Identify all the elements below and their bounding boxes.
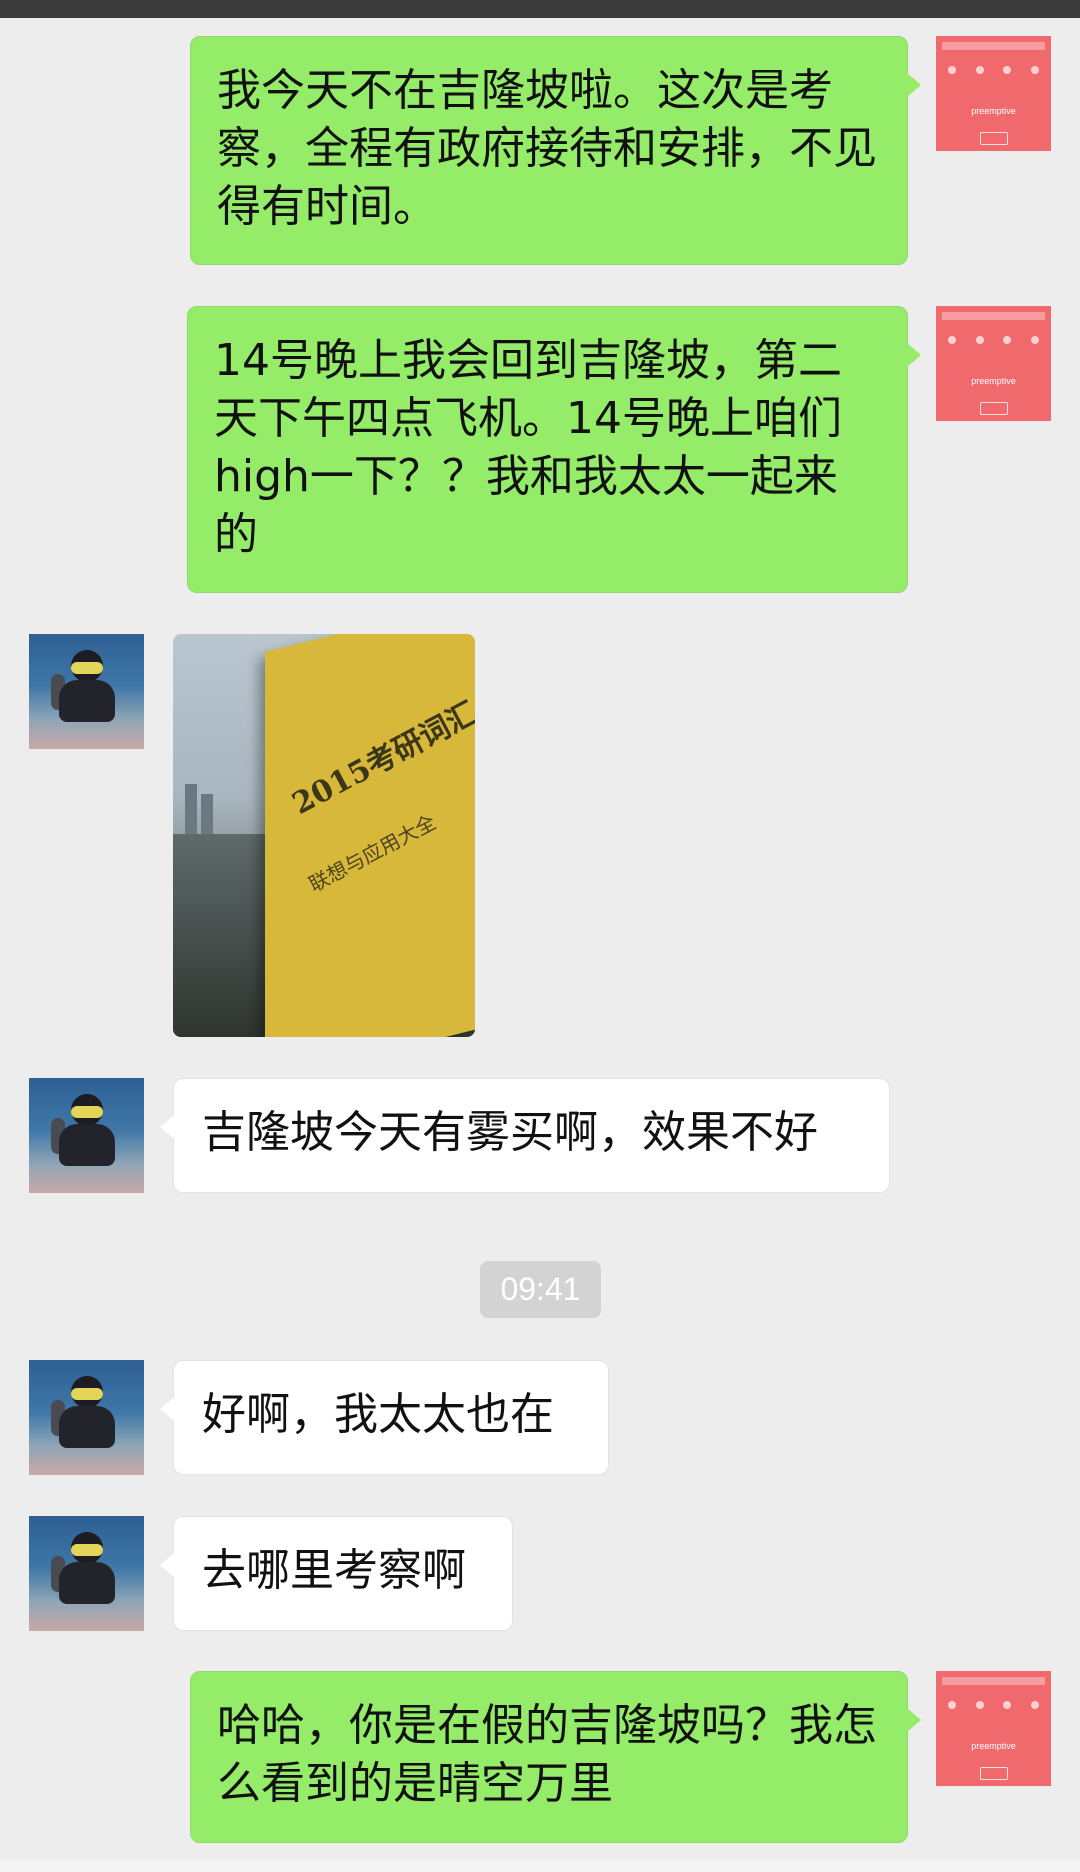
avatar-decoration: [942, 1677, 1045, 1685]
my-avatar[interactable]: preemptive: [936, 306, 1051, 421]
avatar-decoration: [980, 132, 1008, 145]
message-bubble-outgoing[interactable]: 我今天不在吉隆坡啦。这次是考察，全程有政府接待和安排，不见得有时间。: [190, 36, 921, 265]
diver-icon: [59, 1124, 115, 1166]
message-text: 吉隆坡今天有雾买啊，效果不好: [202, 1107, 818, 1158]
message-bubble-incoming[interactable]: 吉隆坡今天有雾买啊，效果不好: [160, 1078, 890, 1193]
message-text: 哈哈，你是在假的吉隆坡吗？我怎么看到的是晴空万里: [217, 1700, 877, 1809]
message-text: 好啊，我太太也在: [202, 1389, 554, 1440]
diver-icon: [71, 1388, 103, 1400]
friend-avatar[interactable]: [29, 1078, 144, 1193]
my-avatar[interactable]: preemptive: [936, 1671, 1051, 1786]
message-text: 去哪里考察啊: [202, 1545, 466, 1596]
diver-icon: [71, 1106, 103, 1118]
friend-avatar[interactable]: [29, 634, 144, 749]
message-text: 我今天不在吉隆坡啦。这次是考察，全程有政府接待和安排，不见得有时间。: [217, 65, 877, 232]
message-bubble-outgoing[interactable]: 哈哈，你是在假的吉隆坡吗？我怎么看到的是晴空万里: [190, 1671, 921, 1843]
message-bubble-incoming[interactable]: 去哪里考察啊: [160, 1516, 513, 1631]
avatar-caption: preemptive: [971, 376, 1016, 386]
message-text: 14号晚上我会回到吉隆坡，第二天下午四点飞机。14号晚上咱们high一下？？我和…: [214, 335, 842, 560]
avatar-decoration: [948, 1701, 1039, 1719]
avatar-decoration: [948, 66, 1039, 84]
avatar-decoration: [980, 1767, 1008, 1780]
diver-icon: [71, 662, 103, 674]
bottom-divider: [0, 1860, 1080, 1872]
image-message[interactable]: 2015考研词汇 联想与应用大全: [173, 634, 475, 1037]
message-bubble-incoming[interactable]: 好啊，我太太也在: [160, 1360, 609, 1475]
diver-icon: [71, 1544, 103, 1556]
message-bubble-outgoing[interactable]: 14号晚上我会回到吉隆坡，第二天下午四点飞机。14号晚上咱们high一下？？我和…: [187, 306, 921, 593]
status-bar: [0, 0, 1080, 18]
friend-avatar[interactable]: [29, 1360, 144, 1475]
avatar-decoration: [942, 42, 1045, 50]
timestamp: 09:41: [480, 1261, 601, 1318]
avatar-decoration: [948, 336, 1039, 354]
my-avatar[interactable]: preemptive: [936, 36, 1051, 151]
diver-icon: [59, 1406, 115, 1448]
avatar-decoration: [942, 312, 1045, 320]
avatar-caption: preemptive: [971, 106, 1016, 116]
diver-icon: [59, 680, 115, 722]
diver-icon: [59, 1562, 115, 1604]
avatar-decoration: [980, 402, 1008, 415]
friend-avatar[interactable]: [29, 1516, 144, 1631]
avatar-caption: preemptive: [971, 1741, 1016, 1751]
